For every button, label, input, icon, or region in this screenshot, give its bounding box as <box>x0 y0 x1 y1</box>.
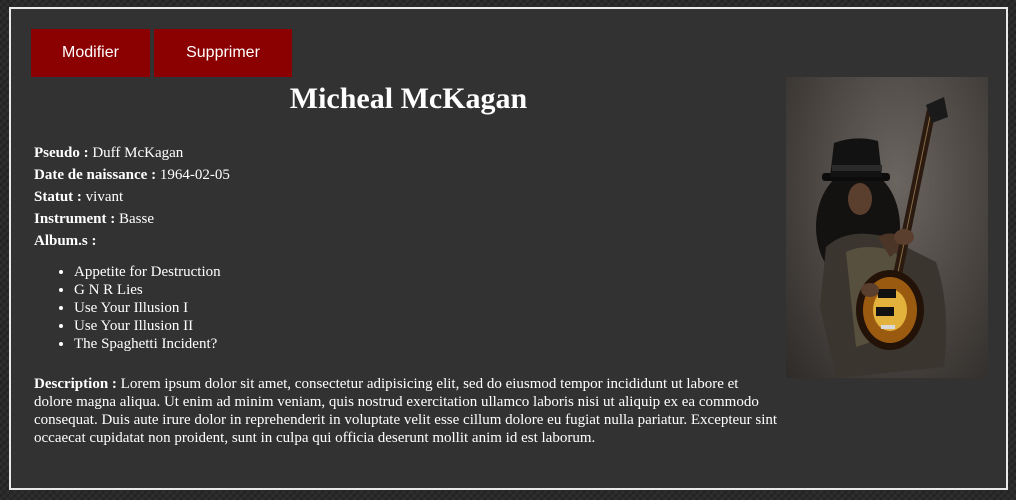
description-text: Lorem ipsum dolor sit amet, consectetur … <box>34 376 778 446</box>
artist-details: Pseudo : Duff McKagan Date de naissance … <box>34 142 230 252</box>
field-label: Instrument : <box>34 211 116 227</box>
field-value: vivant <box>85 189 124 205</box>
artist-name: Micheal McKagan <box>289 82 528 115</box>
list-item: Use Your Illusion I <box>74 299 221 317</box>
album-list: Appetite for Destruction G N R Lies Use … <box>34 263 221 353</box>
field-pseudo: Pseudo : Duff McKagan <box>34 142 230 164</box>
artist-description: Description : Lorem ipsum dolor sit amet… <box>34 375 779 447</box>
artist-card: Modifier Supprimer Micheal McKagan Pseud… <box>9 7 1008 490</box>
list-item: Appetite for Destruction <box>74 263 221 281</box>
list-item: G N R Lies <box>74 281 221 299</box>
action-bar: Modifier Supprimer <box>31 29 292 77</box>
field-albums: Album.s : <box>34 230 230 252</box>
field-birthdate: Date de naissance : 1964-02-05 <box>34 164 230 186</box>
supprimer-button[interactable]: Supprimer <box>154 29 292 77</box>
list-item: Use Your Illusion II <box>74 317 221 335</box>
field-label: Pseudo : <box>34 145 89 161</box>
list-item: The Spaghetti Incident? <box>74 335 221 353</box>
field-value: Basse <box>119 211 154 227</box>
field-value: 1964-02-05 <box>159 167 230 183</box>
field-label: Statut : <box>34 189 82 205</box>
field-label: Album.s : <box>34 233 97 249</box>
artist-photo <box>786 77 988 378</box>
guitarist-illustration <box>816 97 948 378</box>
description-label: Description : <box>34 376 117 392</box>
field-status: Statut : vivant <box>34 186 230 208</box>
field-instrument: Instrument : Basse <box>34 208 230 230</box>
field-label: Date de naissance : <box>34 167 157 183</box>
modifier-button[interactable]: Modifier <box>31 29 150 77</box>
field-value: Duff McKagan <box>92 145 184 161</box>
